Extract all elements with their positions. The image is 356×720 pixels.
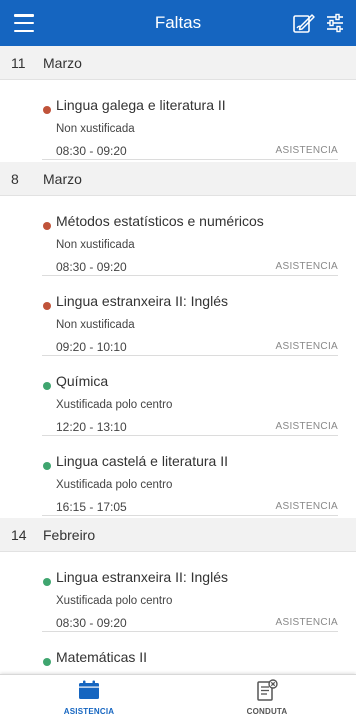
justified-status-dot (43, 382, 51, 390)
absence-type-label: ASISTENCIA (275, 145, 338, 156)
nav-tab-asistencia[interactable]: ASISTENCIA (0, 675, 178, 720)
justification-status: Xustificada polo centro (56, 479, 173, 491)
date-header: 11 Marzo (0, 46, 356, 80)
date-month: Febreiro (43, 526, 96, 543)
time-range: 12:20 - 13:10 (56, 420, 127, 434)
absence-item[interactable]: Lingua estranxeira II: Inglés Non xustifi… (42, 280, 338, 356)
subject-name: Lingua estranxeira II: Inglés (56, 569, 228, 585)
time-range: 16:15 - 17:05 (56, 500, 127, 514)
absence-group: Métodos estatísticos e numéricos Non xust… (0, 196, 356, 518)
menu-icon[interactable] (14, 14, 34, 32)
date-header: 8 Marzo (0, 162, 356, 196)
unjustified-status-dot (43, 302, 51, 310)
time-range: 08:30 - 09:20 (56, 260, 127, 274)
absence-group: Lingua galega e literatura II Non xustifi… (0, 80, 356, 162)
absence-item[interactable]: Lingua estranxeira II: Inglés Xustificada… (42, 556, 338, 632)
absence-item[interactable]: Métodos estatísticos e numéricos Non xust… (42, 200, 338, 276)
absence-item[interactable]: Lingua galega e literatura II Non xustifi… (42, 84, 338, 160)
nav-tab-label: CONDUTA (246, 707, 288, 716)
absence-type-label: ASISTENCIA (275, 617, 338, 628)
subject-name: Química (56, 373, 109, 389)
subject-name: Matemáticas II (56, 649, 148, 665)
justification-status: Xustificada polo centro (56, 595, 173, 607)
unjustified-status-dot (43, 106, 51, 114)
edit-justify-icon[interactable] (292, 11, 316, 35)
time-range: 09:20 - 10:10 (56, 340, 127, 354)
justified-status-dot (43, 658, 51, 666)
absence-type-label: ASISTENCIA (275, 421, 338, 432)
date-month: Marzo (43, 170, 82, 187)
nav-tab-conduta[interactable]: CONDUTA (178, 675, 356, 720)
absence-item[interactable]: Lingua castelá e literatura II Xustificad… (42, 440, 338, 516)
time-range: 08:30 - 09:20 (56, 616, 127, 630)
bottom-navigation: ASISTENCIA CONDUTA (0, 674, 356, 720)
absence-type-label: ASISTENCIA (275, 501, 338, 512)
justified-status-dot (43, 578, 51, 586)
filter-icon[interactable] (324, 12, 346, 34)
time-range: 08:30 - 09:20 (56, 144, 127, 158)
absence-type-label: ASISTENCIA (275, 341, 338, 352)
nav-tab-label: ASISTENCIA (63, 707, 115, 716)
subject-name: Lingua estranxeira II: Inglés (56, 293, 228, 309)
absence-group: Lingua estranxeira II: Inglés Xustificada… (0, 552, 356, 674)
absence-type-label: ASISTENCIA (275, 261, 338, 272)
date-header: 14 Febreiro (0, 518, 356, 552)
subject-name: Métodos estatísticos e numéricos (56, 213, 264, 229)
subject-name: Lingua castelá e literatura II (56, 453, 228, 469)
app-bar: Faltas (0, 0, 356, 46)
date-day: 11 (11, 54, 26, 71)
justification-status: Non xustificada (56, 239, 135, 251)
absences-list[interactable]: 11 Marzo Lingua galega e literatura II Non … (0, 46, 356, 674)
justified-status-dot (43, 462, 51, 470)
justification-status: Xustificada polo centro (56, 399, 173, 411)
justification-status: Non xustificada (56, 319, 135, 331)
absence-item[interactable]: Matemáticas IIXustificada polo centro (42, 636, 338, 674)
justification-status: Non xustificada (56, 123, 135, 135)
date-month: Marzo (43, 54, 82, 71)
subject-name: Lingua galega e literatura II (56, 97, 226, 113)
date-day: 8 (11, 170, 19, 187)
absence-item[interactable]: Química Xustificada polo centro 12:20 - 13… (42, 360, 338, 436)
date-day: 14 (11, 526, 27, 543)
unjustified-status-dot (43, 222, 51, 230)
